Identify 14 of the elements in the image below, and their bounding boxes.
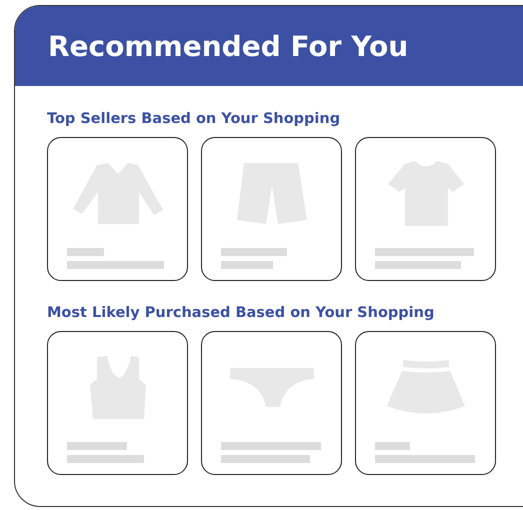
- placeholder-bar: [221, 248, 287, 256]
- product-card[interactable]: [201, 331, 342, 475]
- section-heading: Most Likely Purchased Based on Your Shopping: [47, 305, 436, 321]
- product-card[interactable]: [355, 331, 496, 475]
- product-card[interactable]: [201, 137, 342, 281]
- placeholder-bar: [221, 261, 273, 269]
- product-card[interactable]: [47, 137, 188, 281]
- page-title: Recommended For You: [48, 30, 408, 62]
- placeholder-bar: [375, 442, 410, 450]
- placeholder-bar: [67, 442, 127, 450]
- product-card[interactable]: [355, 137, 496, 281]
- section-heading: Top Sellers Based on Your Shopping: [47, 111, 342, 127]
- product-card[interactable]: [47, 331, 188, 475]
- placeholder-bar: [67, 248, 104, 256]
